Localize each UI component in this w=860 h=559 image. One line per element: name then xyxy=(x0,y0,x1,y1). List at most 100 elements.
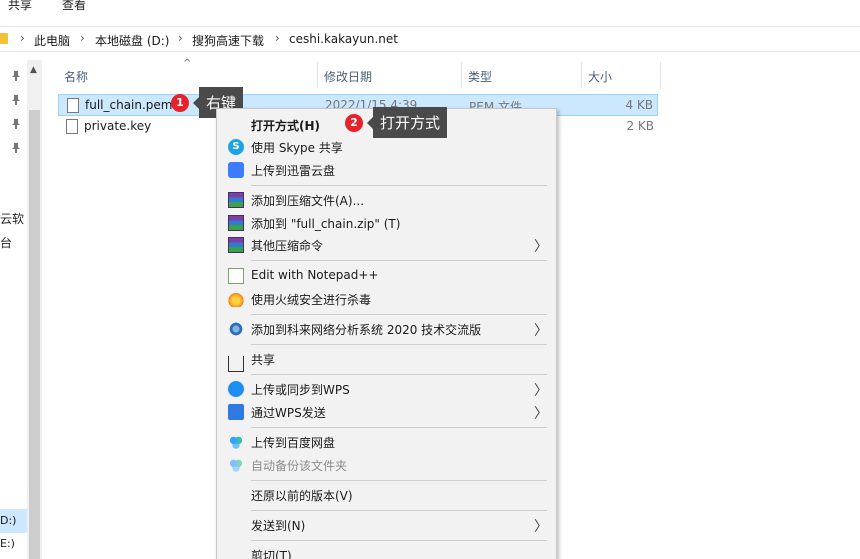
menu-item-label: 添加到 "full_chain.zip" (T) xyxy=(251,217,401,231)
menu-divider xyxy=(251,480,547,481)
file-size: 2 KB xyxy=(626,119,654,133)
notepad-icon xyxy=(228,268,244,284)
menu-item-share[interactable]: 共享 xyxy=(217,348,556,372)
pin-icon[interactable] xyxy=(11,118,21,129)
menu-item-label: 使用火绒安全进行杀毒 xyxy=(251,293,372,307)
skype-icon: S xyxy=(228,139,244,155)
menu-item-label: 通过WPS发送 xyxy=(251,406,326,420)
menu-item-kelai[interactable]: 添加到科来网络分析系统 2020 技术交流版 〉 xyxy=(217,318,556,340)
pin-icon[interactable] xyxy=(11,70,21,81)
tab-share[interactable]: 共享 xyxy=(8,0,32,13)
menu-item-wps-sync[interactable]: 上传或同步到WPS 〉 xyxy=(217,378,556,400)
column-divider[interactable] xyxy=(317,62,318,88)
menu-item-add-zip[interactable]: 添加到 "full_chain.zip" (T) xyxy=(217,212,556,234)
scrollbar-thumb[interactable] xyxy=(29,110,40,559)
share-icon xyxy=(228,356,244,372)
menu-divider xyxy=(251,185,547,186)
menu-item-other-compress[interactable]: 其他压缩命令 〉 xyxy=(217,234,556,256)
nav-scrollbar[interactable]: ▲ xyxy=(27,60,42,559)
menu-divider xyxy=(251,344,547,345)
chevron-right-icon: 〉 xyxy=(534,519,548,535)
breadcrumb-current-folder[interactable]: ceshi.kakayun.net xyxy=(289,32,398,46)
breadcrumb-drive-d[interactable]: 本地磁盘 (D:) xyxy=(95,32,169,49)
wps-send-icon xyxy=(228,404,244,420)
menu-item-label: Edit with Notepad++ xyxy=(251,268,379,282)
menu-item-label: 添加到压缩文件(A)... xyxy=(251,194,365,208)
wps-cloud-icon xyxy=(228,381,244,397)
nav-item-fragment[interactable]: 台 xyxy=(0,234,12,251)
pin-icon[interactable] xyxy=(11,94,21,105)
menu-item-label: 剪切(T) xyxy=(251,549,292,559)
menu-item-restore-versions[interactable]: 还原以前的版本(V) xyxy=(217,484,556,506)
context-menu: 打开方式(H) S 使用 Skype 共享 上传到迅雷云盘 添加到压缩文件(A)… xyxy=(216,108,557,559)
menu-item-label: 共享 xyxy=(251,353,276,367)
column-divider[interactable] xyxy=(581,62,582,88)
kelai-icon xyxy=(228,321,244,337)
menu-item-label: 发送到(N) xyxy=(251,519,306,533)
chevron-right-icon: 〉 xyxy=(534,323,548,339)
menu-divider xyxy=(251,260,547,261)
menu-item-label: 上传或同步到WPS xyxy=(251,383,350,397)
breadcrumb-this-pc[interactable]: 此电脑 xyxy=(34,32,70,49)
menu-item-label: 打开方式(H) xyxy=(251,119,321,133)
chevron-right-icon: › xyxy=(178,31,183,45)
column-header-row: 名称 修改日期 类型 大小 xyxy=(58,62,658,86)
menu-item-notepad[interactable]: Edit with Notepad++ xyxy=(217,265,556,287)
menu-item-thunder-upload[interactable]: 上传到迅雷云盘 xyxy=(217,159,556,181)
nav-item-drive-e[interactable]: E:) xyxy=(0,537,15,550)
baidu-icon xyxy=(228,434,244,450)
menu-item-send-to[interactable]: 发送到(N) 〉 xyxy=(217,514,556,536)
column-header-size[interactable]: 大小 xyxy=(588,68,612,85)
column-header-name[interactable]: 名称 xyxy=(64,68,88,85)
address-bar[interactable]: › 此电脑 › 本地磁盘 (D:) › 搜狗高速下载 › ceshi.kakay… xyxy=(0,26,860,52)
folder-icon xyxy=(0,33,8,44)
chevron-right-icon: 〉 xyxy=(534,383,548,399)
chevron-right-icon: 〉 xyxy=(534,406,548,422)
huorong-icon xyxy=(228,291,244,307)
menu-divider xyxy=(251,510,547,511)
menu-divider xyxy=(251,427,547,428)
file-icon xyxy=(67,98,79,113)
menu-item-label: 添加到科来网络分析系统 2020 技术交流版 xyxy=(251,323,482,337)
scroll-up-icon[interactable]: ▲ xyxy=(30,65,37,75)
menu-item-skype-share[interactable]: S 使用 Skype 共享 xyxy=(217,136,556,158)
menu-item-huorong-scan[interactable]: 使用火绒安全进行杀毒 xyxy=(217,288,556,310)
column-divider[interactable] xyxy=(660,62,661,88)
winrar-icon xyxy=(228,192,244,208)
nav-item-fragment[interactable]: 云软 xyxy=(0,210,24,227)
column-header-type[interactable]: 类型 xyxy=(468,68,492,85)
winrar-icon xyxy=(228,237,244,253)
column-divider[interactable] xyxy=(461,62,462,88)
menu-item-label: 使用 Skype 共享 xyxy=(251,141,343,155)
chevron-right-icon: › xyxy=(80,31,85,45)
pin-icon[interactable] xyxy=(11,142,21,153)
step-badge-2: 2 xyxy=(345,114,363,132)
file-name: full_chain.pem xyxy=(85,98,173,112)
menu-item-cut[interactable]: 剪切(T) xyxy=(217,544,556,559)
step-badge-1: 1 xyxy=(171,94,189,112)
menu-item-label: 其他压缩命令 xyxy=(251,239,324,253)
file-size: 4 KB xyxy=(625,98,653,112)
thunder-icon xyxy=(228,162,244,178)
baidu-icon xyxy=(228,457,244,473)
menu-divider xyxy=(251,540,547,541)
menu-item-label: 自动备份该文件夹 xyxy=(251,459,348,473)
menu-item-label: 上传到迅雷云盘 xyxy=(251,164,336,178)
nav-item-drive-d[interactable]: D:) xyxy=(0,509,27,533)
chevron-right-icon: › xyxy=(275,31,280,45)
menu-item-baidu-upload[interactable]: 上传到百度网盘 xyxy=(217,431,556,453)
menu-item-label: 上传到百度网盘 xyxy=(251,436,336,450)
chevron-right-icon: › xyxy=(20,31,25,45)
column-header-date[interactable]: 修改日期 xyxy=(324,68,372,85)
breadcrumb-sogou-download[interactable]: 搜狗高速下载 xyxy=(192,32,264,49)
menu-item-add-archive[interactable]: 添加到压缩文件(A)... xyxy=(217,189,556,211)
menu-divider xyxy=(251,314,547,315)
winrar-icon xyxy=(228,215,244,231)
ribbon-tabs: 共享 查看 xyxy=(0,0,860,20)
annotation-open-with: 打开方式 xyxy=(366,107,448,138)
file-name: private.key xyxy=(84,119,152,133)
file-icon xyxy=(66,119,78,134)
tab-view[interactable]: 查看 xyxy=(62,0,86,13)
menu-item-label: 还原以前的版本(V) xyxy=(251,489,353,503)
menu-item-wps-send[interactable]: 通过WPS发送 〉 xyxy=(217,401,556,423)
